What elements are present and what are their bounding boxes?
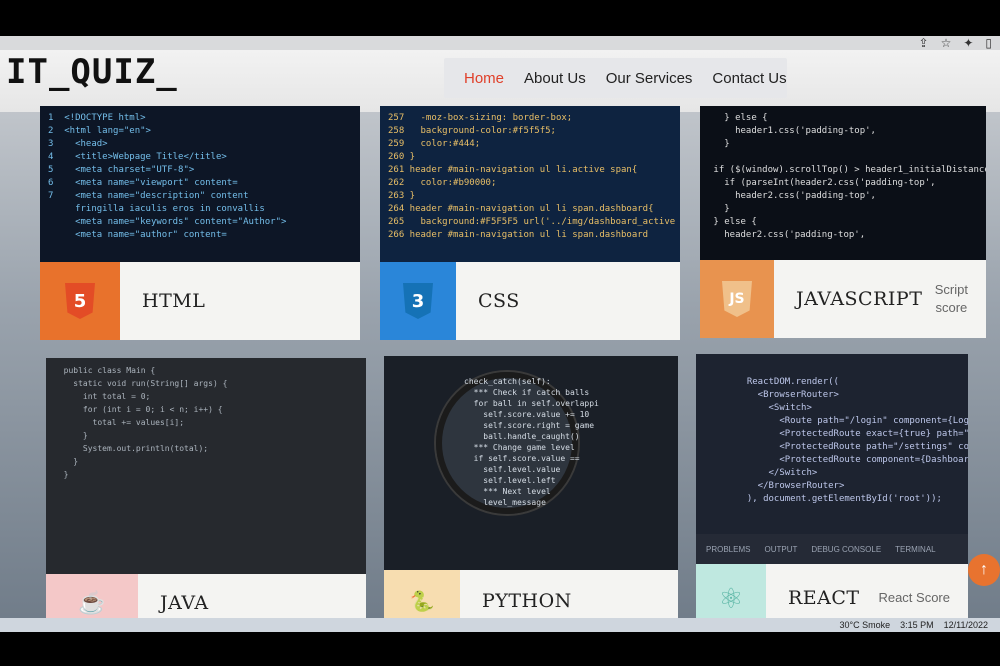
css3-icon: 3	[403, 283, 433, 319]
js-icon: JS	[722, 281, 752, 317]
js-badge: JS	[700, 260, 774, 338]
tab-problems[interactable]: PROBLEMS	[706, 545, 750, 554]
os-taskbar: 30°C Smoke 3:15 PM 12/11/2022	[0, 618, 1000, 632]
arrow-up-icon: ↑	[980, 561, 988, 578]
taskbar-date[interactable]: 12/11/2022	[944, 620, 988, 630]
nav-about-us[interactable]: About Us	[524, 70, 586, 87]
site-header: IT_QUIZ_ Home About Us Our Services Cont…	[0, 50, 1000, 112]
react-code-image: ReactDOM.render(( <BrowserRouter> <Switc…	[696, 354, 968, 564]
sidebar-icon[interactable]: ▯	[985, 36, 992, 50]
site-logo[interactable]: IT_QUIZ_	[6, 52, 178, 92]
java-cup-icon: ☕	[78, 590, 106, 615]
main-navigation: Home About Us Our Services Contact Us	[444, 58, 787, 98]
html-code-text: 1 <!DOCTYPE html> 2 <html lang="en"> 3 <…	[48, 113, 287, 240]
python-code-text: check_catch(self): *** Check if catch ba…	[464, 377, 599, 507]
js-code-text: } else { header1.css('padding-top', } if…	[713, 113, 986, 240]
card-title-javascript: JAVASCRIPT	[796, 288, 923, 310]
react-score-label: React Score	[878, 590, 950, 605]
quiz-card-python[interactable]: check_catch(self): *** Check if catch ba…	[384, 356, 678, 632]
html5-icon: 5	[65, 283, 95, 319]
extension-icon[interactable]: ✦	[963, 36, 973, 50]
tab-output[interactable]: OUTPUT	[764, 545, 797, 554]
share-icon[interactable]: ⇪	[919, 36, 929, 50]
quiz-card-javascript[interactable]: } else { header1.css('padding-top', } if…	[700, 106, 986, 338]
quiz-card-css[interactable]: 257 -moz-box-sizing: border-box; 258 bac…	[380, 106, 680, 340]
react-code-text: ReactDOM.render(( <BrowserRouter> <Switc…	[746, 377, 968, 504]
css-badge: 3	[380, 262, 456, 340]
quiz-card-html[interactable]: 1 <!DOCTYPE html> 2 <html lang="en"> 3 <…	[40, 106, 360, 340]
quiz-grid: 1 <!DOCTYPE html> 2 <html lang="en"> 3 <…	[0, 106, 1000, 632]
weather-widget[interactable]: 30°C Smoke	[839, 620, 890, 630]
js-code-image: } else { header1.css('padding-top', } if…	[700, 106, 986, 260]
browser-toolbar: ⇪ ☆ ✦ ▯	[0, 36, 1000, 50]
java-code-text: public class Main { static void run(Stri…	[63, 366, 228, 479]
java-code-image: public class Main { static void run(Stri…	[46, 358, 366, 574]
card-title-python: PYTHON	[482, 590, 572, 612]
scroll-to-top-button[interactable]: ↑	[968, 554, 1000, 586]
html-badge: 5	[40, 262, 120, 340]
tab-terminal[interactable]: TERMINAL	[895, 545, 935, 554]
quiz-card-react[interactable]: ReactDOM.render(( <BrowserRouter> <Switc…	[696, 354, 968, 632]
nav-contact-us[interactable]: Contact Us	[712, 70, 786, 87]
card-title-css: CSS	[478, 290, 520, 312]
card-title-html: HTML	[142, 290, 206, 312]
nav-our-services[interactable]: Our Services	[606, 70, 693, 87]
html-code-image: 1 <!DOCTYPE html> 2 <html lang="en"> 3 <…	[40, 106, 360, 262]
taskbar-time[interactable]: 3:15 PM	[900, 620, 934, 630]
javascript-score-label: Script score	[934, 282, 968, 315]
react-atom-icon: ⚛	[718, 582, 744, 614]
css-code-image: 257 -moz-box-sizing: border-box; 258 bac…	[380, 106, 680, 262]
star-icon[interactable]: ☆	[941, 36, 952, 50]
python-code-image: check_catch(self): *** Check if catch ba…	[384, 356, 678, 570]
monitor-screen: ⇪ ☆ ✦ ▯ IT_QUIZ_ Home About Us Our Servi…	[0, 36, 1000, 632]
nav-home[interactable]: Home	[464, 70, 504, 87]
monitor-bezel	[0, 632, 1000, 666]
tab-debug-console[interactable]: DEBUG CONSOLE	[811, 545, 881, 554]
python-icon: 🐍	[409, 590, 435, 613]
card-title-java: JAVA	[160, 592, 209, 614]
ide-panel-tabs: PROBLEMS OUTPUT DEBUG CONSOLE TERMINAL	[696, 534, 968, 564]
card-title-react: REACT	[788, 587, 860, 609]
quiz-card-java[interactable]: public class Main { static void run(Stri…	[46, 358, 366, 632]
css-code-text: 257 -moz-box-sizing: border-box; 258 bac…	[388, 113, 676, 240]
